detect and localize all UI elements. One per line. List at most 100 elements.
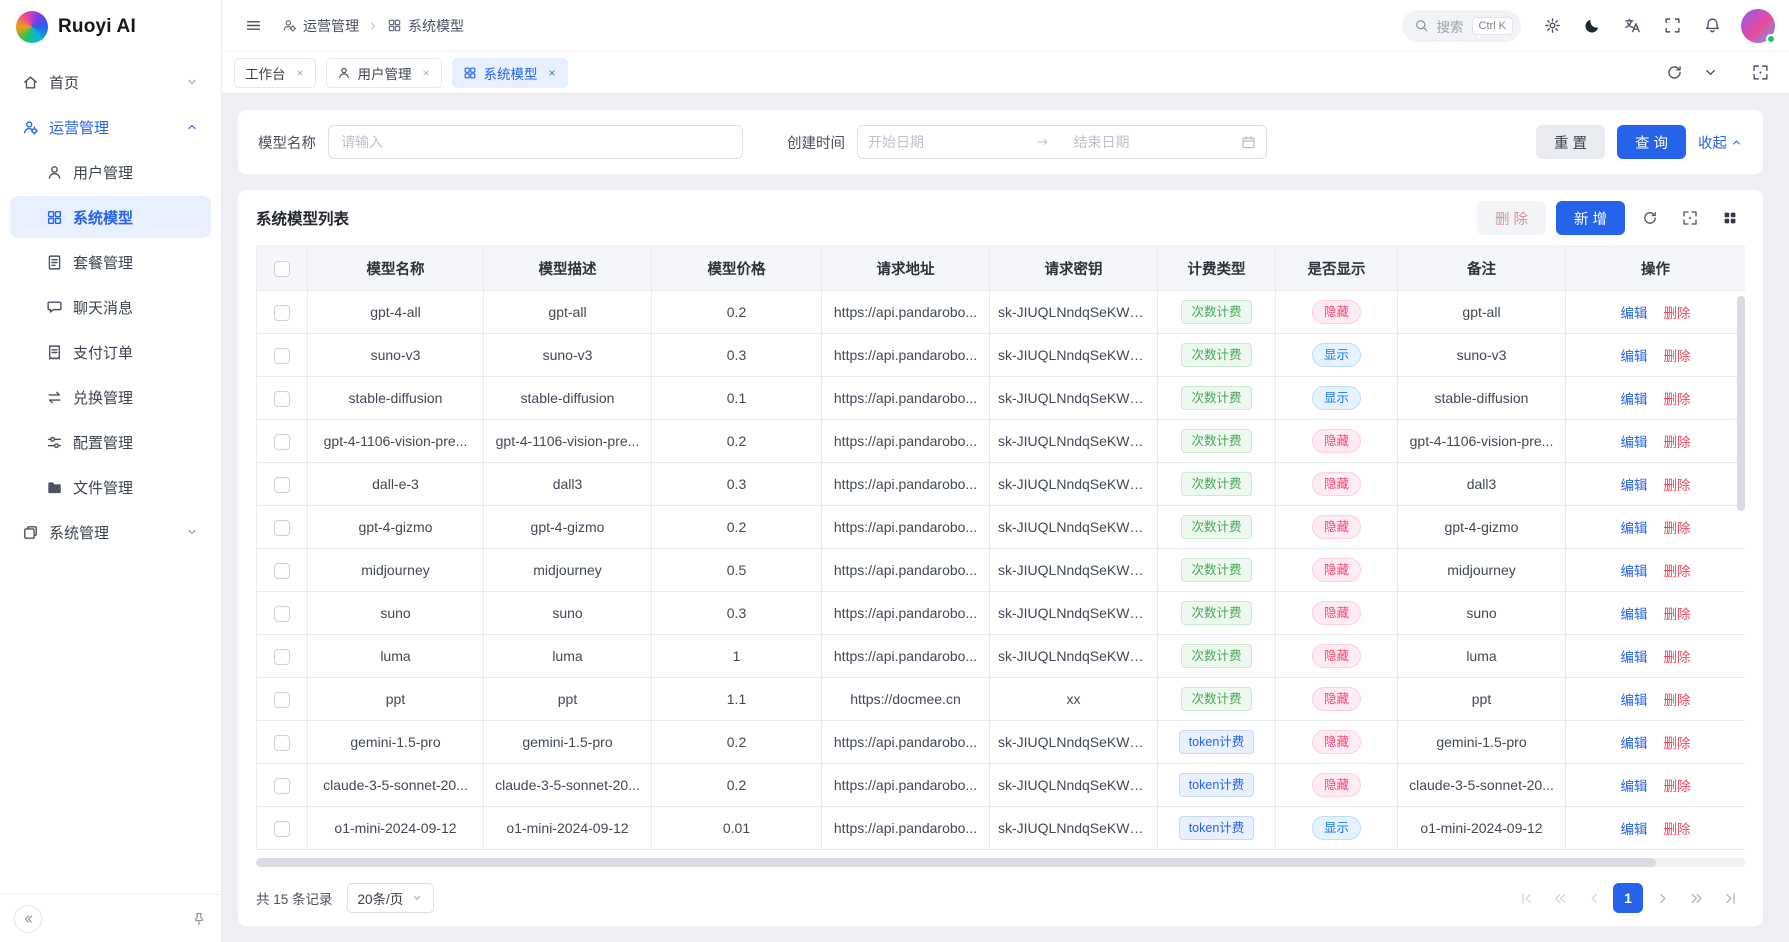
delete-row-link[interactable]: 删除 [1664,392,1691,407]
delete-row-link[interactable]: 删除 [1664,478,1691,493]
edit-link[interactable]: 编辑 [1621,736,1648,751]
page-1-button[interactable]: 1 [1613,883,1643,913]
delete-row-link[interactable]: 删除 [1664,779,1691,794]
delete-row-link[interactable]: 删除 [1664,607,1691,622]
reset-button[interactable]: 重 置 [1536,125,1605,159]
vertical-scrollbar[interactable] [1737,292,1745,855]
model-name-input[interactable]: 请输入 [328,125,743,159]
row-checkbox[interactable] [274,735,290,751]
last-page-icon [1723,891,1738,906]
theme-toggle-button[interactable] [1575,9,1609,43]
fullscreen-button[interactable] [1655,9,1689,43]
delete-row-link[interactable]: 删除 [1664,349,1691,364]
close-icon[interactable] [547,68,557,78]
collapse-filter-link[interactable]: 收起 [1698,132,1743,153]
row-checkbox[interactable] [274,778,290,794]
sidebar-subitem-1-0[interactable]: 用户管理 [10,151,211,193]
app-logo[interactable]: Ruoyi AI [0,0,221,54]
refresh-table-button[interactable] [1635,203,1665,233]
sidebar-subitem-1-4[interactable]: 支付订单 [10,331,211,373]
edit-link[interactable]: 编辑 [1621,650,1648,665]
delete-row-link[interactable]: 删除 [1664,822,1691,837]
date-range-input[interactable]: 开始日期 结束日期 [857,125,1267,159]
sidebar-toggle-button[interactable] [236,9,270,43]
tab-1[interactable]: 用户管理 [326,58,442,88]
delete-button[interactable]: 删 除 [1477,201,1546,235]
global-search[interactable]: 搜索 Ctrl K [1402,10,1522,42]
row-checkbox[interactable] [274,305,290,321]
tab-0[interactable]: 工作台 [234,58,316,88]
delete-row-link[interactable]: 删除 [1664,650,1691,665]
delete-row-link[interactable]: 删除 [1664,693,1691,708]
sidebar-subitem-1-3[interactable]: 聊天消息 [10,286,211,328]
row-checkbox[interactable] [274,520,290,536]
sidebar-subitem-1-2[interactable]: 套餐管理 [10,241,211,283]
close-icon[interactable] [421,68,431,78]
row-checkbox[interactable] [274,563,290,579]
last-page-button[interactable] [1715,883,1745,913]
delete-row-link[interactable]: 删除 [1664,306,1691,321]
end-date-input[interactable]: 结束日期 [1058,132,1234,152]
row-checkbox[interactable] [274,692,290,708]
add-button[interactable]: 新 增 [1556,201,1625,235]
query-button[interactable]: 查 询 [1617,125,1686,159]
cell-model-desc: claude-3-5-sonnet-20... [484,764,652,807]
content-fullscreen-button[interactable] [1743,56,1777,90]
horizontal-scrollbar[interactable] [256,858,1745,867]
row-checkbox[interactable] [274,434,290,450]
edit-link[interactable]: 编辑 [1621,607,1648,622]
page-size-select[interactable]: 20条/页 [347,883,435,913]
row-checkbox[interactable] [274,606,290,622]
pin-sidebar-button[interactable] [191,911,207,927]
start-date-input[interactable]: 开始日期 [868,132,1028,152]
sidebar-subitem-1-6[interactable]: 配置管理 [10,421,211,463]
sidebar-subitem-1-1[interactable]: 系统模型 [10,196,211,238]
sidebar-item-1[interactable]: 运营管理 [10,106,211,148]
language-button[interactable] [1615,9,1649,43]
column-settings-button[interactable] [1715,203,1745,233]
edit-link[interactable]: 编辑 [1621,564,1648,579]
edit-link[interactable]: 编辑 [1621,521,1648,536]
first-page-button[interactable] [1511,883,1541,913]
prev-5-pages-button[interactable] [1545,883,1575,913]
sidebar-collapse-button[interactable] [14,905,42,933]
next-page-button[interactable] [1647,883,1677,913]
breadcrumb-item-system-model[interactable]: 系统模型 [387,16,464,36]
sidebar-subitem-1-5[interactable]: 兑换管理 [10,376,211,418]
notifications-button[interactable] [1695,9,1729,43]
sidebar-item-0[interactable]: 首页 [10,61,211,103]
sidebar-item-2[interactable]: 系统管理 [10,511,211,553]
sidebar-subitem-1-7[interactable]: 文件管理 [10,466,211,508]
hamburger-icon [245,17,262,34]
next-5-pages-button[interactable] [1681,883,1711,913]
edit-link[interactable]: 编辑 [1621,822,1648,837]
refresh-page-button[interactable] [1657,56,1691,90]
horizontal-scrollbar-thumb[interactable] [256,858,1656,867]
fullscreen-table-button[interactable] [1675,203,1705,233]
user-avatar[interactable] [1741,9,1775,43]
edit-link[interactable]: 编辑 [1621,435,1648,450]
edit-link[interactable]: 编辑 [1621,306,1648,321]
delete-row-link[interactable]: 删除 [1664,564,1691,579]
row-checkbox[interactable] [274,649,290,665]
row-checkbox[interactable] [274,348,290,364]
select-all-checkbox[interactable] [274,261,290,277]
edit-link[interactable]: 编辑 [1621,779,1648,794]
edit-link[interactable]: 编辑 [1621,693,1648,708]
vertical-scrollbar-thumb[interactable] [1737,296,1745,511]
row-checkbox[interactable] [274,391,290,407]
tab-menu-button[interactable] [1693,56,1727,90]
row-checkbox[interactable] [274,821,290,837]
delete-row-link[interactable]: 删除 [1664,521,1691,536]
delete-row-link[interactable]: 删除 [1664,435,1691,450]
edit-link[interactable]: 编辑 [1621,392,1648,407]
row-checkbox[interactable] [274,477,290,493]
delete-row-link[interactable]: 删除 [1664,736,1691,751]
breadcrumb-item-operations[interactable]: 运营管理 [282,16,359,36]
tab-2[interactable]: 系统模型 [452,58,568,88]
prev-page-button[interactable] [1579,883,1609,913]
close-icon[interactable] [295,68,305,78]
edit-link[interactable]: 编辑 [1621,349,1648,364]
settings-button[interactable] [1535,9,1569,43]
edit-link[interactable]: 编辑 [1621,478,1648,493]
